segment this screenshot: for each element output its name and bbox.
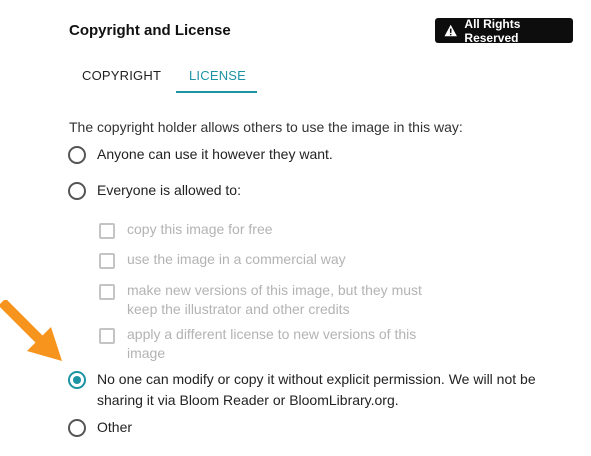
radio-label: Everyone is allowed to: — [97, 182, 241, 198]
radio-option-no-one[interactable]: No one can modify or copy it without exp… — [68, 371, 536, 411]
badge-label: All Rights Reserved — [464, 16, 521, 45]
checkbox-new-versions[interactable]: make new versions of this image, but the… — [99, 281, 422, 319]
tab-license[interactable]: LICENSE — [189, 68, 246, 83]
checkbox-label-line-1: make new versions of this image, but the… — [127, 282, 422, 298]
radio-label: No one can modify or copy it without exp… — [97, 369, 536, 411]
checkbox[interactable] — [99, 253, 115, 269]
radio-label-line-1: No one can modify or copy it without exp… — [97, 371, 536, 387]
checkbox-commercial[interactable]: use the image in a commercial way — [99, 251, 346, 269]
checkbox-label-line-2: keep the illustrator and other credits — [127, 301, 350, 317]
checkbox[interactable] — [99, 328, 115, 344]
radio-button[interactable] — [68, 182, 86, 200]
dialog-title: Copyright and License — [69, 22, 231, 39]
checkbox-copy-free[interactable]: copy this image for free — [99, 221, 273, 239]
radio-option-other[interactable]: Other — [68, 419, 132, 438]
radio-button[interactable] — [68, 419, 86, 437]
warning-triangle-icon — [444, 24, 457, 37]
tab-copyright[interactable]: COPYRIGHT — [82, 68, 161, 83]
radio-button-selected[interactable] — [68, 371, 86, 389]
checkbox-label-line-2: image — [127, 345, 166, 361]
radio-label: Anyone can use it however they want. — [97, 146, 333, 162]
active-tab-indicator — [176, 91, 257, 93]
checkbox[interactable] — [99, 284, 115, 300]
radio-label-line-2: sharing it via Bloom Reader or BloomLibr… — [97, 392, 399, 408]
radio-option-anyone[interactable]: Anyone can use it however they want. — [68, 146, 333, 165]
license-intro-text: The copyright holder allows others to us… — [69, 119, 463, 135]
checkbox-label: make new versions of this image, but the… — [127, 281, 422, 319]
radio-option-everyone[interactable]: Everyone is allowed to: — [68, 182, 241, 201]
checkbox[interactable] — [99, 223, 115, 239]
checkbox-label-line-1: apply a different license to new version… — [127, 326, 417, 342]
radio-button[interactable] — [68, 146, 86, 164]
checkbox-different-license[interactable]: apply a different license to new version… — [99, 325, 416, 363]
checkbox-label: apply a different license to new version… — [127, 325, 416, 363]
orange-arrow-icon — [0, 300, 62, 361]
checkbox-label: use the image in a commercial way — [127, 251, 346, 267]
radio-label: Other — [97, 419, 133, 435]
checkbox-label: copy this image for free — [127, 221, 273, 237]
all-rights-reserved-badge[interactable]: All Rights Reserved — [435, 16, 573, 45]
